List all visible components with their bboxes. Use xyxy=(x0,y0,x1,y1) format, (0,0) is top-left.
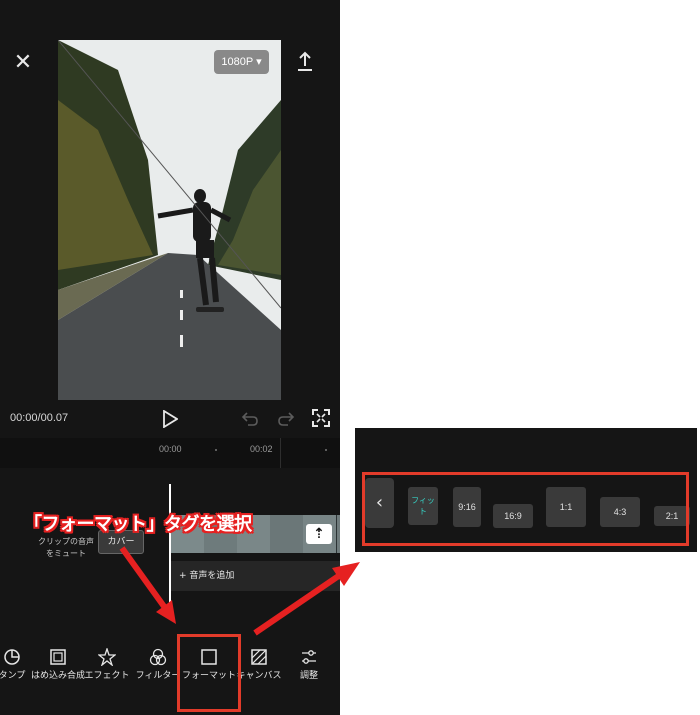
annotation-arrows xyxy=(119,546,360,636)
arrow-to-format-panel xyxy=(253,562,360,636)
arrow-to-format-tab xyxy=(119,546,176,624)
